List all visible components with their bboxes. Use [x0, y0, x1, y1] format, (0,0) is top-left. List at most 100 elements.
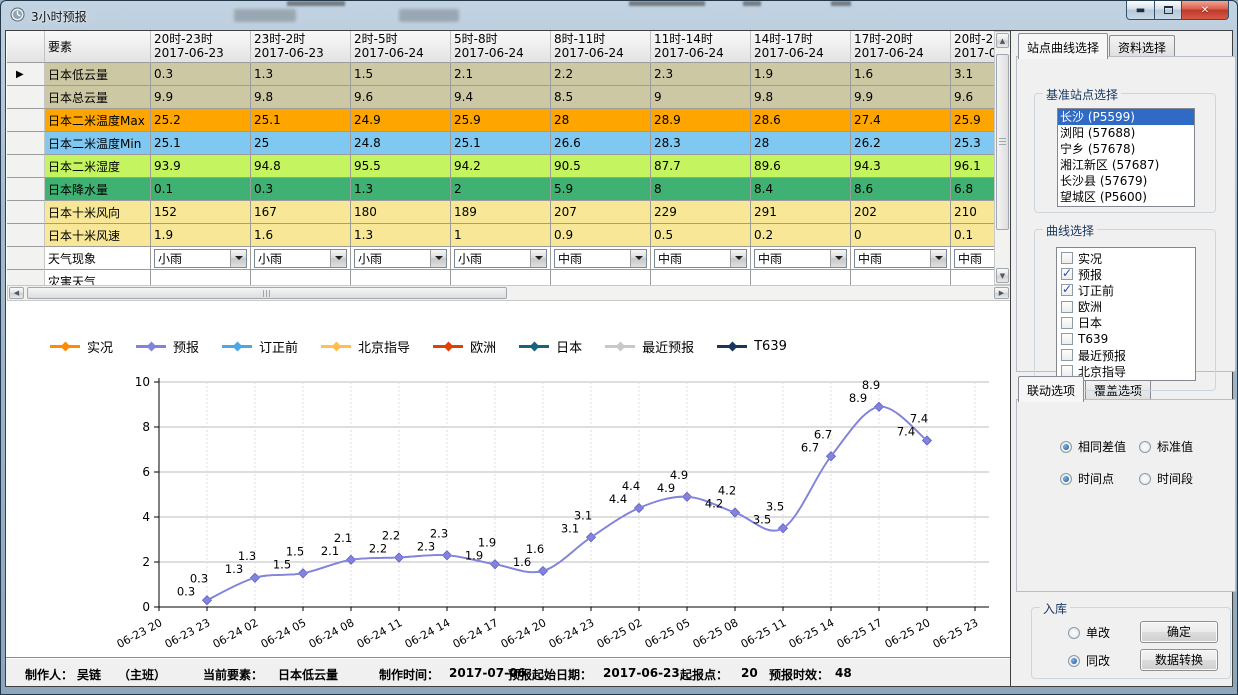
table-value-cell[interactable]: 25.9: [951, 109, 994, 132]
table-value-cell[interactable]: 28.3: [651, 132, 751, 155]
weather-combobox[interactable]: 小雨: [154, 249, 247, 268]
scroll-down-arrow[interactable]: ▼: [996, 268, 1009, 283]
radio-option[interactable]: 标准值: [1139, 438, 1193, 455]
table-value-cell[interactable]: 152: [151, 201, 251, 224]
table-value-cell[interactable]: 90.5: [551, 155, 651, 178]
table-value-cell[interactable]: 9.8: [751, 86, 851, 109]
table-value-cell[interactable]: 8: [651, 178, 751, 201]
weather-combobox[interactable]: 中雨: [854, 249, 947, 268]
table-value-cell[interactable]: 1.6: [851, 63, 951, 86]
combobox-dropdown-button[interactable]: [730, 250, 746, 267]
table-value-cell[interactable]: 95.5: [351, 155, 451, 178]
checkbox[interactable]: [1061, 301, 1073, 313]
radio-button[interactable]: [1139, 473, 1151, 485]
radio-button[interactable]: [1139, 441, 1151, 453]
table-value-cell[interactable]: 24.9: [351, 109, 451, 132]
horizontal-scroll-thumb[interactable]: [27, 287, 507, 299]
table-value-cell[interactable]: 28.9: [651, 109, 751, 132]
station-list-item[interactable]: 望城区 (P5600): [1058, 189, 1194, 205]
table-value-cell[interactable]: 167: [251, 201, 351, 224]
table-value-cell[interactable]: 0.3: [251, 178, 351, 201]
table-value-cell[interactable]: [351, 270, 451, 285]
table-value-cell[interactable]: 25.1: [251, 109, 351, 132]
table-value-cell[interactable]: 180: [351, 201, 451, 224]
row-selector-cell[interactable]: [7, 155, 45, 178]
table-value-cell[interactable]: 9.9: [851, 86, 951, 109]
table-value-cell[interactable]: 87.7: [651, 155, 751, 178]
table-value-cell[interactable]: 3.1: [951, 63, 994, 86]
table-value-cell[interactable]: 中雨: [951, 247, 994, 270]
table-value-cell[interactable]: 93.9: [151, 155, 251, 178]
weather-combobox[interactable]: 中雨: [954, 249, 994, 268]
row-selector-cell[interactable]: [7, 109, 45, 132]
table-value-cell[interactable]: 89.6: [751, 155, 851, 178]
table-value-cell[interactable]: [251, 270, 351, 285]
table-value-cell[interactable]: 25.3: [951, 132, 994, 155]
table-value-cell[interactable]: 9.9: [151, 86, 251, 109]
scroll-up-arrow[interactable]: ▲: [996, 33, 1009, 48]
table-value-cell[interactable]: 0.1: [151, 178, 251, 201]
table-value-cell[interactable]: 9.8: [251, 86, 351, 109]
table-value-cell[interactable]: 1.9: [751, 63, 851, 86]
vertical-scroll-thumb[interactable]: [996, 54, 1009, 230]
checkbox[interactable]: [1061, 317, 1073, 329]
station-list-item[interactable]: 长沙县 (57679): [1058, 173, 1194, 189]
table-value-cell[interactable]: 中雨: [551, 247, 651, 270]
maximize-button[interactable]: [1155, 1, 1182, 20]
table-value-cell[interactable]: 2.2: [551, 63, 651, 86]
table-value-cell[interactable]: 2.3: [651, 63, 751, 86]
convert-button[interactable]: 数据转换: [1140, 649, 1218, 671]
table-value-cell[interactable]: 25.1: [451, 132, 551, 155]
weather-combobox[interactable]: 小雨: [354, 249, 447, 268]
checkbox[interactable]: ✓: [1061, 284, 1073, 296]
combobox-dropdown-button[interactable]: [430, 250, 446, 267]
table-value-cell[interactable]: 0.3: [151, 63, 251, 86]
radio-option[interactable]: 相同差值: [1060, 438, 1126, 455]
table-value-cell[interactable]: 2: [451, 178, 551, 201]
station-listbox[interactable]: 长沙 (P5599)浏阳 (57688)宁乡 (57678)湘江新区 (5768…: [1057, 108, 1195, 207]
title-bar[interactable]: 3小时预报 ▬ ✕: [1, 1, 1237, 30]
row-selector-cell[interactable]: [7, 132, 45, 155]
combobox-dropdown-button[interactable]: [530, 250, 546, 267]
table-value-cell[interactable]: 中雨: [851, 247, 951, 270]
curve-option-row[interactable]: ✓订正前: [1061, 282, 1195, 298]
table-value-cell[interactable]: 6.8: [951, 178, 994, 201]
table-value-cell[interactable]: 1.3: [351, 178, 451, 201]
combobox-dropdown-button[interactable]: [230, 250, 246, 267]
row-selector-cell[interactable]: [7, 86, 45, 109]
table-value-cell[interactable]: 25: [251, 132, 351, 155]
table-value-cell[interactable]: 1.9: [151, 224, 251, 247]
table-value-cell[interactable]: 8.5: [551, 86, 651, 109]
curve-option-row[interactable]: 最近预报: [1061, 347, 1195, 363]
weather-combobox[interactable]: 中雨: [554, 249, 647, 268]
weather-combobox[interactable]: 小雨: [454, 249, 547, 268]
table-value-cell[interactable]: 1.5: [351, 63, 451, 86]
curve-option-row[interactable]: ✓预报: [1061, 266, 1195, 282]
table-value-cell[interactable]: 202: [851, 201, 951, 224]
table-value-cell[interactable]: 9.4: [451, 86, 551, 109]
table-value-cell[interactable]: [551, 270, 651, 285]
table-value-cell[interactable]: 1.6: [251, 224, 351, 247]
table-value-cell[interactable]: 0.1: [951, 224, 994, 247]
radio-option[interactable]: 时间段: [1139, 470, 1193, 487]
weather-combobox[interactable]: 中雨: [754, 249, 847, 268]
row-selector-cell[interactable]: [7, 224, 45, 247]
table-value-cell[interactable]: 189: [451, 201, 551, 224]
table-vertical-scrollbar[interactable]: ▲ ▼: [994, 31, 1011, 285]
table-value-cell[interactable]: 27.4: [851, 109, 951, 132]
station-list-item[interactable]: 长沙 (P5599): [1058, 109, 1194, 125]
table-value-cell[interactable]: 2.1: [451, 63, 551, 86]
table-value-cell[interactable]: 25.1: [151, 132, 251, 155]
station-list-item[interactable]: 浏阳 (57688): [1058, 125, 1194, 141]
tab-站点曲线选择[interactable]: 站点曲线选择: [1018, 33, 1108, 59]
table-value-cell[interactable]: 0.5: [651, 224, 751, 247]
table-value-cell[interactable]: 9.6: [351, 86, 451, 109]
table-value-cell[interactable]: 1: [451, 224, 551, 247]
row-selector-cell[interactable]: [7, 201, 45, 224]
storage-radio-option[interactable]: 单改: [1068, 624, 1110, 641]
storage-radio-option[interactable]: 同改: [1068, 652, 1110, 669]
checkbox[interactable]: ✓: [1061, 268, 1073, 280]
weather-combobox[interactable]: 小雨: [254, 249, 347, 268]
combobox-dropdown-button[interactable]: [330, 250, 346, 267]
table-value-cell[interactable]: 28: [551, 109, 651, 132]
